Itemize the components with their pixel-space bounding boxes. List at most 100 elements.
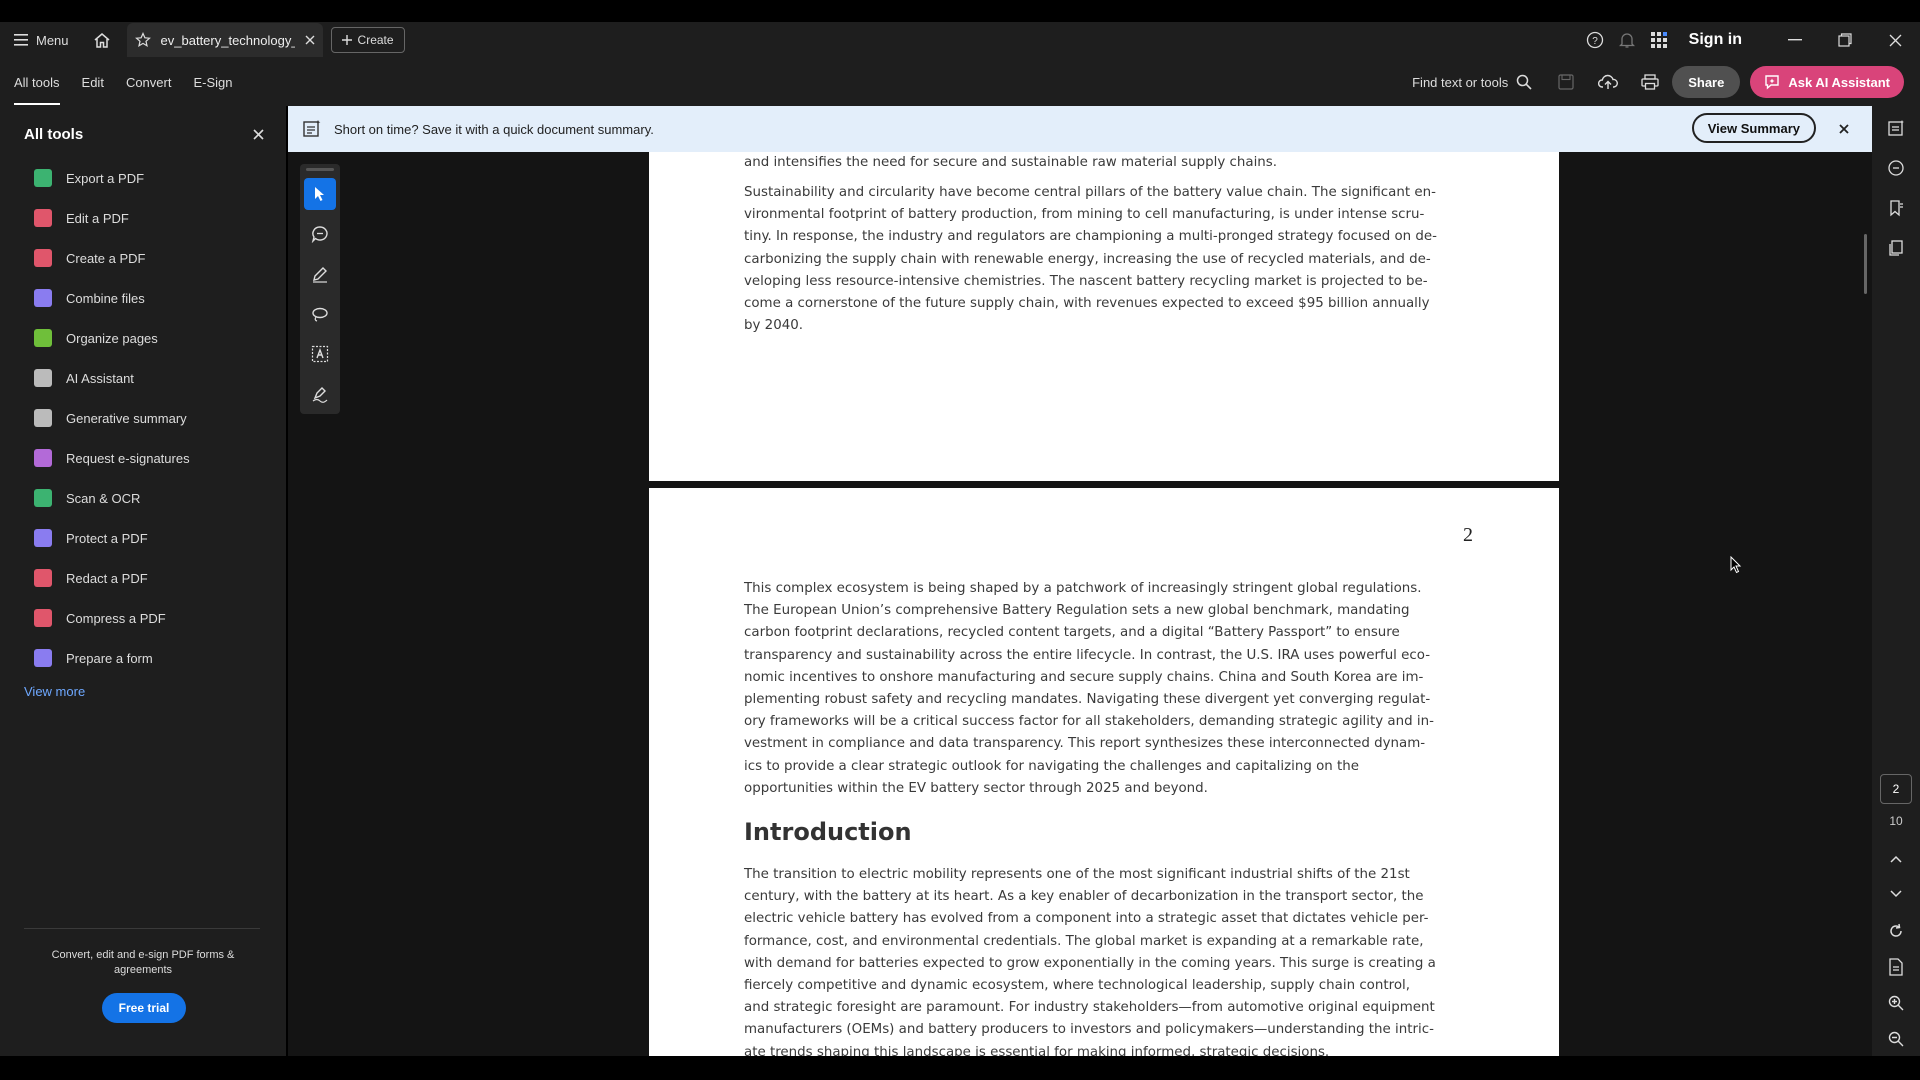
zoom-in-icon [1888,995,1904,1011]
previous-page-button[interactable] [1872,843,1920,875]
sidebar-item-label: Request e-signatures [66,450,190,466]
quick-tools-palette [300,164,340,414]
view-summary-button[interactable]: View Summary [1691,113,1816,143]
bell-icon [1618,33,1635,48]
close-banner-button[interactable] [1832,117,1856,141]
cloud-upload-icon [1598,74,1619,89]
page-fit-icon [1889,958,1903,976]
create-button[interactable]: Create [330,27,405,53]
page-number: 2 [1463,524,1473,546]
top-strip [0,0,1920,22]
paragraph: The transition to electric mobility repr… [744,867,1436,1056]
notifications-button[interactable] [1611,24,1643,56]
rotate-button[interactable] [1872,915,1920,947]
tools-list: Export a PDF Edit a PDF Create a PDF Combin… [0,158,286,678]
sidebar-item-compress-a-pdf[interactable]: Compress a PDF [0,598,286,638]
banner-text: Short on time? Save it with a quick docu… [334,121,654,137]
sign-tool[interactable] [304,378,336,410]
page-fit-button[interactable] [1872,951,1920,983]
comments-panel-button[interactable] [1872,148,1920,188]
close-window-button[interactable] [1870,22,1920,58]
document-tab[interactable]: ev_battery_technology_... [126,23,323,57]
vertical-scrollbar[interactable] [1864,234,1867,294]
sidebar-item-label: Organize pages [66,330,158,346]
share-button[interactable]: Share [1672,66,1741,98]
main-toolbar: All tools Edit Convert E-Sign Find text … [0,58,1920,106]
close-icon [1839,124,1849,134]
tab-esign[interactable]: E-Sign [193,58,232,106]
pdf-page-2: 2 This complex ecosystem is being shaped… [649,488,1559,1056]
text-box-icon [311,345,329,363]
sidebar-divider [24,928,260,929]
tool-icon [34,209,52,227]
draw-tool[interactable] [304,298,336,330]
tool-icon [34,609,52,627]
print-button[interactable] [1634,66,1666,98]
sidebar-item-label: Generative summary [66,410,187,426]
sidebar-item-prepare-a-form[interactable]: Prepare a form [0,638,286,678]
tab-edit[interactable]: Edit [82,58,104,106]
free-trial-button[interactable]: Free trial [102,993,186,1023]
sidebar-item-redact-a-pdf[interactable]: Redact a PDF [0,558,286,598]
close-icon [1889,34,1901,46]
menu-label: Menu [36,32,69,48]
upload-button[interactable] [1592,66,1624,98]
sidebar-item-create-a-pdf[interactable]: Create a PDF [0,238,286,278]
chevron-down-icon [1890,890,1902,898]
minimize-button[interactable] [1770,22,1820,58]
bookmarks-panel-button[interactable] [1872,188,1920,228]
pages-panel-button[interactable] [1872,228,1920,268]
document-viewer: Short on time? Save it with a quick docu… [288,106,1872,1056]
view-more-link[interactable]: View more [0,684,286,699]
sidebar-item-protect-a-pdf[interactable]: Protect a PDF [0,518,286,558]
ask-ai-assistant-button[interactable]: Ask AI Assistant [1750,66,1904,98]
next-page-button[interactable] [1872,878,1920,910]
sidebar-item-label: Edit a PDF [66,210,129,226]
find-text-or-tools[interactable]: Find text or tools [1412,74,1532,90]
sidebar-item-ai-assistant[interactable]: AI Assistant [0,358,286,398]
tool-icon [34,409,52,427]
sidebar-item-combine-files[interactable]: Combine files [0,278,286,318]
current-page-input[interactable]: 2 [1880,774,1912,804]
star-icon[interactable] [134,32,151,48]
tab-convert[interactable]: Convert [126,58,172,106]
close-sidebar-icon[interactable] [253,128,264,140]
paragraph: and intensifies the need for secure and … [744,155,1278,170]
select-tool[interactable] [304,178,336,210]
menu-button[interactable]: Menu [14,33,69,48]
sidebar-item-request-e-signatures[interactable]: Request e-signatures [0,438,286,478]
bookmark-icon [1890,200,1903,217]
help-button[interactable]: ? [1579,24,1611,56]
save-button[interactable] [1550,66,1582,98]
sidebar-item-export-a-pdf[interactable]: Export a PDF [0,158,286,198]
lasso-icon [312,307,328,322]
tab-all-tools[interactable]: All tools [14,58,60,106]
comment-tool[interactable] [304,218,336,250]
highlight-tool[interactable] [304,258,336,290]
total-pages: 10 [1889,814,1903,828]
sidebar-item-organize-pages[interactable]: Organize pages [0,318,286,358]
section-heading: Introduction [744,818,912,846]
sidebar-item-label: Compress a PDF [66,610,166,626]
title-bar: Menu ev_battery_technology_... Create ? … [0,22,1920,58]
sidebar-item-generative-summary[interactable]: Generative summary [0,398,286,438]
summary-panel-icon [1888,120,1904,136]
sidebar-item-scan-ocr[interactable]: Scan & OCR [0,478,286,518]
apps-button[interactable] [1643,24,1675,56]
sidebar-item-label: Export a PDF [66,170,145,186]
restore-button[interactable] [1820,22,1870,58]
comment-icon [311,226,328,243]
find-label: Find text or tools [1412,74,1509,90]
sidebar-item-edit-a-pdf[interactable]: Edit a PDF [0,198,286,238]
ai-summary-panel-button[interactable] [1872,108,1920,148]
zoom-out-button[interactable] [1872,1023,1920,1055]
svg-text:?: ? [1592,36,1598,47]
tool-icon [34,489,52,507]
sign-in-button[interactable]: Sign in [1689,31,1742,49]
home-button[interactable] [91,29,113,51]
text-select-tool[interactable] [304,338,336,370]
minimize-icon [1788,39,1802,41]
close-tab-icon[interactable] [305,35,315,45]
zoom-in-button[interactable] [1872,987,1920,1019]
promo-text: Convert, edit and e-sign PDF forms & agr… [51,949,235,976]
